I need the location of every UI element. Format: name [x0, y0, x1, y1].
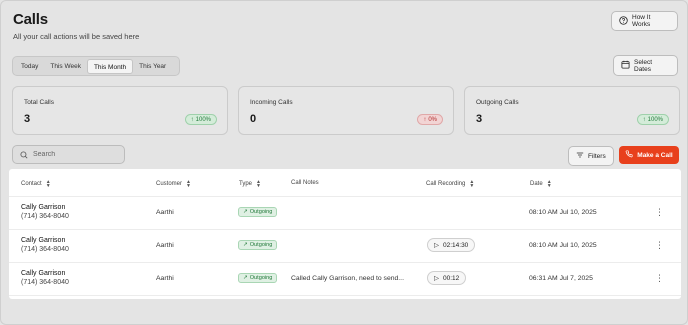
recording-player[interactable]: ▷ 02:14:30 — [427, 238, 476, 252]
sort-icon: ▲ ▼ — [546, 179, 552, 189]
play-icon: ▷ — [434, 242, 439, 249]
stat-value: 0 — [250, 113, 257, 125]
change-badge: ↑ 100% — [636, 114, 669, 125]
customer-cell: Aarthi — [156, 275, 174, 282]
column-label: Date — [530, 181, 543, 187]
column-label: Call Notes — [291, 180, 319, 186]
column-header-date[interactable]: Date ▲ ▼ — [530, 179, 552, 189]
contact-name: Cally Garrison — [21, 237, 66, 244]
sort-icon: ▲ ▼ — [45, 179, 51, 189]
more-vertical-icon[interactable]: ⋮ — [655, 208, 664, 217]
arrow-up-icon: ↑ — [642, 116, 646, 123]
column-header-call-recording[interactable]: Call Recording ▲ ▼ — [426, 179, 475, 189]
sort-icon: ▲ ▼ — [186, 179, 191, 189]
column-header-type[interactable]: Type ▲ ▼ — [239, 179, 261, 189]
stat-label: Total Calls — [24, 99, 54, 106]
recording-player[interactable]: ▷ 00:12 — [427, 271, 467, 285]
select-dates-label: Select Dates — [634, 58, 653, 73]
filters-label: Filters — [588, 152, 606, 160]
stat-label: Outgoing Calls — [476, 99, 519, 106]
search-input[interactable] — [33, 151, 113, 158]
tab-this-year[interactable]: This Year — [133, 59, 172, 74]
period-tabs: Today This Week This Month This Year — [12, 56, 180, 76]
contact-phone: (714) 364-8040 — [21, 246, 69, 253]
contact-cell: Cally Garrison (714) 364-8040 — [21, 204, 69, 220]
stat-label: Incoming Calls — [250, 99, 293, 106]
table-row[interactable]: Cally Garrison (714) 364-8040 Aarthi ↗ O… — [9, 197, 681, 230]
change-badge: ↑ 100% — [184, 114, 217, 125]
make-call-button[interactable]: Make a Call — [619, 146, 679, 164]
column-label: Customer — [156, 181, 183, 187]
column-label: Contact — [21, 181, 42, 187]
calendar-icon — [621, 60, 630, 71]
more-vertical-icon[interactable]: ⋮ — [655, 241, 664, 250]
calls-table: Contact ▲ ▼ Customer ▲ ▼ Type ▲ ▼ Call Note… — [9, 169, 681, 299]
customer-cell: Aarthi — [156, 242, 174, 249]
sort-icon: ▲ ▼ — [469, 179, 475, 189]
date-cell: 08:10 AM Jul 10, 2025 — [529, 209, 597, 216]
call-notes-cell: Called Cally Garrison, need to send... — [291, 275, 404, 282]
type-badge: ↗ Outgoing — [238, 240, 278, 250]
column-label: Type — [239, 181, 253, 187]
column-header-customer[interactable]: Customer ▲ ▼ — [156, 179, 191, 189]
page-subtitle: All your call actions will be saved here — [13, 32, 140, 41]
outgoing-arrow-icon: ↗ — [243, 275, 248, 281]
contact-cell: Cally Garrison (714) 364-8040 — [21, 237, 69, 253]
date-cell: 06:31 AM Jul 7, 2025 — [529, 275, 593, 282]
how-it-works-button[interactable]: How It Works — [611, 11, 678, 31]
arrow-up-icon: ↑ — [423, 116, 427, 123]
type-label: Outgoing — [249, 209, 273, 215]
type-label: Outgoing — [249, 242, 273, 248]
change-value: 0% — [428, 116, 437, 123]
date-cell: 08:10 AM Jul 10, 2025 — [529, 242, 597, 249]
stat-card-total: Total Calls 3 ↑ 100% — [12, 86, 228, 135]
more-vertical-icon[interactable]: ⋮ — [655, 274, 664, 283]
contact-cell: Cally Garrison (714) 364-8040 — [21, 270, 69, 286]
sort-icon: ▲ ▼ — [256, 179, 261, 189]
phone-icon — [625, 150, 633, 160]
play-icon: ▷ — [434, 275, 439, 282]
type-badge: ↗ Outgoing — [238, 273, 278, 283]
filter-icon — [576, 151, 584, 161]
recording-duration: 00:12 — [443, 274, 460, 282]
search-box — [12, 145, 125, 164]
outgoing-arrow-icon: ↗ — [243, 242, 248, 248]
change-value: 100% — [195, 116, 211, 123]
contact-name: Cally Garrison — [21, 270, 66, 277]
tab-this-month[interactable]: This Month — [86, 58, 134, 74]
change-value: 100% — [647, 116, 663, 123]
select-dates-button[interactable]: Select Dates — [613, 55, 678, 76]
contact-phone: (714) 364-8040 — [21, 213, 69, 220]
column-label: Call Recording — [426, 181, 466, 187]
calls-page: Calls All your call actions will be save… — [0, 0, 688, 325]
contact-phone: (714) 364-8040 — [21, 279, 69, 286]
help-circle-icon — [619, 15, 628, 27]
type-label: Outgoing — [249, 275, 273, 281]
make-call-label: Make a Call — [637, 151, 673, 159]
table-row[interactable]: Cally Garrison (714) 364-8040 Aarthi ↗ O… — [9, 230, 681, 263]
column-header-call-notes: Call Notes — [291, 180, 319, 186]
how-it-works-label: How It Works — [632, 14, 651, 28]
change-badge: ↑ 0% — [417, 114, 443, 125]
tab-today[interactable]: Today — [15, 59, 44, 74]
type-badge: ↗ Outgoing — [238, 207, 278, 217]
arrow-up-icon: ↑ — [190, 116, 194, 123]
stat-card-outgoing: Outgoing Calls 3 ↑ 100% — [464, 86, 680, 135]
stat-value: 3 — [476, 113, 483, 125]
outgoing-arrow-icon: ↗ — [243, 209, 248, 215]
column-header-contact[interactable]: Contact ▲ ▼ — [21, 179, 51, 189]
customer-cell: Aarthi — [156, 209, 174, 216]
table-row[interactable]: Cally Garrison (714) 364-8040 Aarthi ↗ O… — [9, 263, 681, 296]
recording-duration: 02:14:30 — [443, 241, 469, 249]
contact-name: Cally Garrison — [21, 204, 66, 211]
page-title: Calls — [13, 11, 48, 28]
table-header: Contact ▲ ▼ Customer ▲ ▼ Type ▲ ▼ Call Note… — [9, 169, 681, 197]
tab-this-week[interactable]: This Week — [44, 59, 87, 74]
filters-button[interactable]: Filters — [568, 146, 614, 166]
stat-card-incoming: Incoming Calls 0 ↑ 0% — [238, 86, 454, 135]
stat-value: 3 — [24, 113, 31, 125]
search-icon — [20, 146, 28, 164]
